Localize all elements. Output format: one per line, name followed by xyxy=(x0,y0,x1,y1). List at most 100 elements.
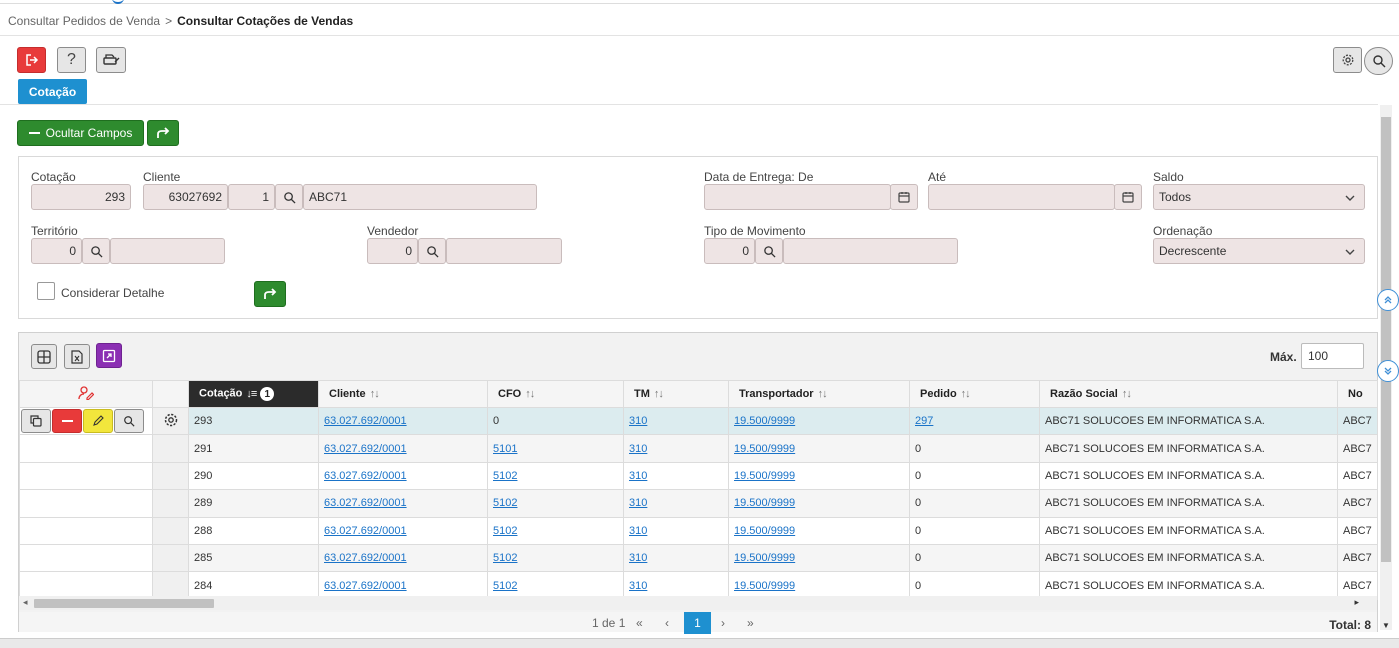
transportador-link[interactable]: 19.500/9999 xyxy=(734,443,795,455)
territorio-name-input[interactable] xyxy=(110,238,225,264)
hide-fields-button[interactable]: Ocultar Campos xyxy=(17,120,144,146)
tipo-movimento-name-input[interactable] xyxy=(783,238,958,264)
exit-button[interactable] xyxy=(17,47,46,73)
delete-button[interactable] xyxy=(52,409,82,434)
cliente-link[interactable]: 63.027.692/0001 xyxy=(324,552,407,564)
cfo-link[interactable]: 5102 xyxy=(493,497,517,509)
tab-cotacao[interactable]: Cotação xyxy=(18,79,87,104)
date-picker-de-button[interactable] xyxy=(890,184,918,210)
table-row[interactable]: 293 63.027.692/0001 0 310 19.500/9999 29… xyxy=(19,406,1378,436)
cliente-code-input[interactable]: 63027692 xyxy=(143,184,228,210)
scroll-top-button[interactable] xyxy=(1377,289,1399,311)
copy-button[interactable] xyxy=(21,409,51,434)
scroll-down-icon[interactable]: ▼ xyxy=(1382,621,1390,630)
edit-button[interactable] xyxy=(83,409,113,434)
territorio-code-input[interactable]: 0 xyxy=(31,238,82,264)
view-button[interactable] xyxy=(114,409,144,434)
tm-link[interactable]: 310 xyxy=(629,443,647,455)
vendedor-search-button[interactable] xyxy=(418,238,446,264)
vendedor-code-input[interactable]: 0 xyxy=(367,238,418,264)
cliente-link[interactable]: 63.027.692/0001 xyxy=(324,580,407,592)
cliente-seq-input[interactable]: 1 xyxy=(228,184,275,210)
next-page-button[interactable]: › xyxy=(721,616,725,630)
territorio-search-button[interactable] xyxy=(82,238,110,264)
horizontal-scroll-thumb[interactable] xyxy=(34,599,214,608)
search-icon xyxy=(124,416,135,427)
saldo-select[interactable]: Todos xyxy=(1153,184,1365,210)
transportador-link[interactable]: 19.500/9999 xyxy=(734,415,795,427)
table-row[interactable]: 291 63.027.692/0001 5101 310 19.500/9999… xyxy=(19,434,1378,463)
cfo-link[interactable]: 5102 xyxy=(493,525,517,537)
table-row[interactable]: 285 63.027.692/0001 5102 310 19.500/9999… xyxy=(19,543,1378,573)
settings-button[interactable] xyxy=(1333,47,1362,73)
last-page-button[interactable]: » xyxy=(747,616,754,630)
cell-cliente: 63.027.692/0001 xyxy=(318,516,488,545)
cliente-link[interactable]: 63.027.692/0001 xyxy=(324,443,407,455)
scroll-left-icon[interactable]: ◂ xyxy=(23,597,28,608)
cliente-link[interactable]: 63.027.692/0001 xyxy=(324,525,407,537)
col-tm[interactable]: TM ↑↓ xyxy=(623,380,729,408)
col-cfo[interactable]: CFO ↑↓ xyxy=(487,380,624,408)
cfo-link[interactable]: 5102 xyxy=(493,552,517,564)
tipo-movimento-code-input[interactable]: 0 xyxy=(704,238,755,264)
current-page-button[interactable]: 1 xyxy=(684,612,711,634)
horizontal-scrollbar[interactable]: ◂ ▸ xyxy=(19,596,1377,610)
vendedor-name-input[interactable] xyxy=(446,238,562,264)
print-button[interactable] xyxy=(96,47,126,73)
prev-page-button[interactable]: ‹ xyxy=(665,616,669,630)
cliente-link[interactable]: 63.027.692/0001 xyxy=(324,415,407,427)
cotacao-input[interactable]: 293 xyxy=(31,184,131,210)
date-picker-ate-button[interactable] xyxy=(1114,184,1142,210)
transportador-link[interactable]: 19.500/9999 xyxy=(734,470,795,482)
search-button[interactable] xyxy=(1364,47,1393,75)
vertical-scroll-thumb[interactable] xyxy=(1381,117,1391,562)
transportador-link[interactable]: 19.500/9999 xyxy=(734,580,795,592)
transportador-link[interactable]: 19.500/9999 xyxy=(734,525,795,537)
columns-button[interactable] xyxy=(31,344,57,369)
cliente-link[interactable]: 63.027.692/0001 xyxy=(324,497,407,509)
cfo-link[interactable]: 5102 xyxy=(493,470,517,482)
transportador-link[interactable]: 19.500/9999 xyxy=(734,497,795,509)
considerar-detalhe-checkbox[interactable] xyxy=(37,282,55,300)
top-strip xyxy=(0,0,1399,4)
tm-link[interactable]: 310 xyxy=(629,580,647,592)
cliente-search-button[interactable] xyxy=(275,184,303,210)
max-input[interactable]: 100 xyxy=(1301,343,1364,369)
table-row[interactable]: 290 63.027.692/0001 5102 310 19.500/9999… xyxy=(19,461,1378,491)
table-row[interactable]: 288 63.027.692/0001 5102 310 19.500/9999… xyxy=(19,516,1378,545)
col-cliente[interactable]: Cliente ↑↓ xyxy=(318,380,488,408)
col-pedido[interactable]: Pedido ↑↓ xyxy=(909,380,1040,408)
row-settings-cell[interactable] xyxy=(152,406,189,436)
help-button[interactable]: ? xyxy=(57,47,86,73)
scroll-bottom-button[interactable] xyxy=(1377,360,1399,382)
scroll-right-icon[interactable]: ▸ xyxy=(1354,597,1359,608)
col-cotacao[interactable]: Cotação ↓≡ 1 xyxy=(188,380,319,408)
transportador-link[interactable]: 19.500/9999 xyxy=(734,552,795,564)
tm-link[interactable]: 310 xyxy=(629,497,647,509)
apply-button[interactable] xyxy=(147,120,179,146)
ordenacao-select[interactable]: Decrescente xyxy=(1153,238,1365,264)
pedido-link[interactable]: 297 xyxy=(915,415,933,427)
ate-input[interactable] xyxy=(928,184,1115,210)
tipo-movimento-search-button[interactable] xyxy=(755,238,783,264)
tm-link[interactable]: 310 xyxy=(629,470,647,482)
tm-link[interactable]: 310 xyxy=(629,415,647,427)
first-page-button[interactable]: « xyxy=(636,616,643,630)
cell-cotacao: 285 xyxy=(188,543,319,573)
cfo-link[interactable]: 5101 xyxy=(493,443,517,455)
export-excel-button[interactable] xyxy=(64,344,90,369)
col-no[interactable]: No xyxy=(1337,380,1378,408)
table-row[interactable]: 289 63.027.692/0001 5102 310 19.500/9999… xyxy=(19,489,1378,518)
tm-link[interactable]: 310 xyxy=(629,525,647,537)
breadcrumb-parent[interactable]: Consultar Pedidos de Venda xyxy=(8,14,160,28)
search-submit-button[interactable] xyxy=(254,281,286,307)
logo-fragment xyxy=(112,0,124,4)
expand-button[interactable] xyxy=(96,343,122,368)
cliente-name-input[interactable]: ABC71 xyxy=(303,184,537,210)
col-razao-social[interactable]: Razão Social ↑↓ xyxy=(1039,380,1338,408)
tm-link[interactable]: 310 xyxy=(629,552,647,564)
cliente-link[interactable]: 63.027.692/0001 xyxy=(324,470,407,482)
cfo-link[interactable]: 5102 xyxy=(493,580,517,592)
data-entrega-de-input[interactable] xyxy=(704,184,891,210)
col-transportador[interactable]: Transportador ↑↓ xyxy=(728,380,910,408)
